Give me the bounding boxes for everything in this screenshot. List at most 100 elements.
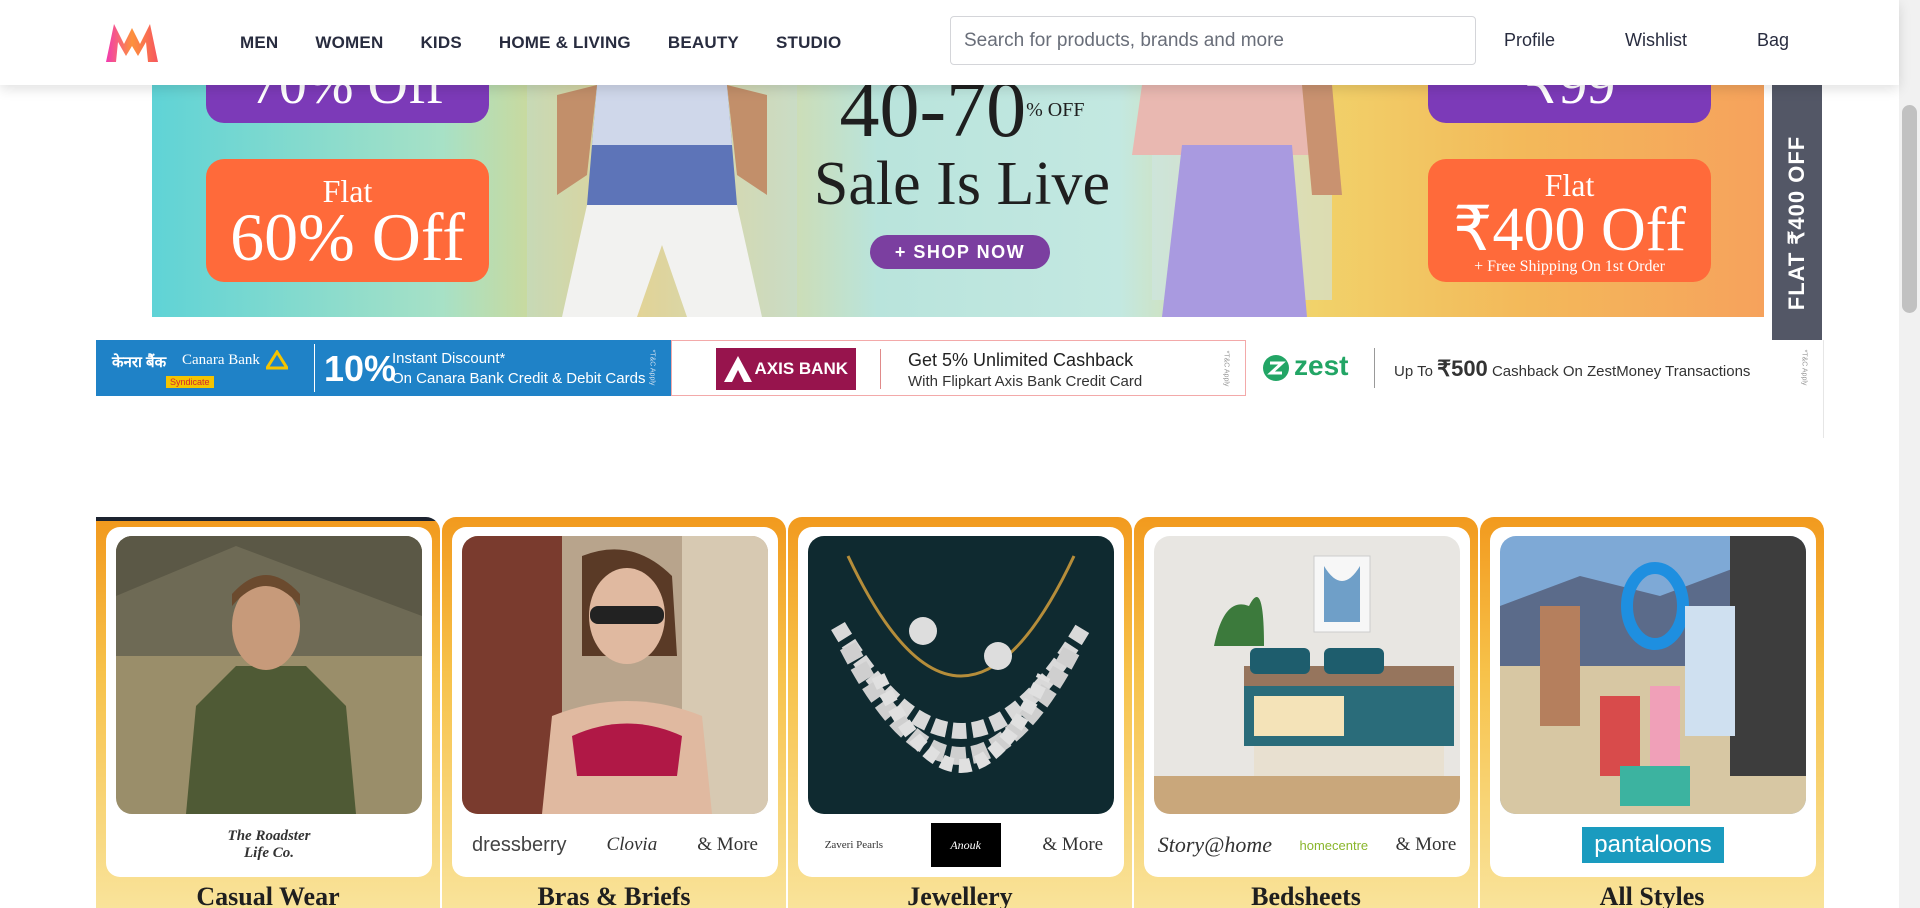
bag-link[interactable]: Bag bbox=[1757, 30, 1789, 51]
offer-tile-text: ₹99 bbox=[1523, 85, 1616, 116]
category-title: Bedsheets bbox=[1251, 882, 1361, 908]
zest-prefix: Up To bbox=[1394, 363, 1433, 380]
brand-logo-story-home: Story@home bbox=[1157, 832, 1273, 857]
canara-bank-hindi: केनरा बैंक bbox=[112, 354, 167, 371]
all-styles-photo bbox=[1500, 536, 1806, 814]
brand-logo-zaveri-pearls: Zaveri Pearls bbox=[824, 839, 884, 851]
more-brands-label: & More bbox=[697, 834, 758, 855]
category-card-bras-briefs[interactable]: dressberry Clovia & More Bras & Briefs bbox=[442, 517, 786, 908]
main-nav: MEN WOMEN KIDS HOME & LIVING BEAUTY STUD… bbox=[240, 0, 878, 85]
sale-banner[interactable]: 70% Off Flat 60% Off 40-70% OFF Sale Is … bbox=[152, 85, 1764, 317]
axis-bank-logo: AXIS BANK bbox=[716, 348, 856, 390]
category-card-casual-wear[interactable]: The Roadster Life Co. Casual Wear bbox=[96, 517, 440, 908]
side-tab-label: FLAT ₹400 OFF bbox=[1784, 135, 1809, 310]
category-card-jewellery[interactable]: Zaveri Pearls Anouk & More Jewellery bbox=[788, 517, 1132, 908]
offer-tile-top-right: ₹99 bbox=[1428, 85, 1711, 123]
search-input[interactable] bbox=[951, 17, 1475, 64]
divider bbox=[880, 349, 881, 389]
bank-offers-strip: केनरा बैंक Canara Bank Syndicate 10% Ins… bbox=[96, 340, 1824, 438]
category-brands: dressberry Clovia & More bbox=[452, 819, 778, 871]
more-brands-label: & More bbox=[1042, 834, 1104, 855]
offer-tile-flat-60: Flat 60% Off bbox=[206, 159, 489, 282]
zest-logo-icon bbox=[1263, 355, 1289, 381]
zest-tnc: *T&C Apply bbox=[1800, 349, 1808, 386]
offer-flat-value: 60% Off bbox=[230, 199, 465, 275]
brand-logo-homecentre: homecentre bbox=[1299, 837, 1369, 853]
canara-triangle-icon bbox=[266, 350, 288, 370]
page-scrollbar[interactable] bbox=[1899, 0, 1920, 908]
axis-bank-name: AXIS BANK bbox=[754, 359, 848, 378]
category-card-inner: Story@home homecentre & More bbox=[1144, 527, 1470, 877]
shop-now-button[interactable]: + SHOP NOW bbox=[870, 235, 1050, 269]
brand-logo-roadster: The Roadster Life Co. bbox=[227, 828, 311, 861]
search-box bbox=[950, 16, 1476, 65]
canara-bank-name: Canara Bank bbox=[182, 352, 260, 368]
casual-wear-photo bbox=[116, 536, 422, 814]
nav-home-living[interactable]: HOME & LIVING bbox=[499, 33, 631, 53]
more-brands-label: & More bbox=[1395, 834, 1457, 855]
brand-logo-dressberry: dressberry bbox=[472, 833, 567, 856]
canara-bank-offer[interactable]: केनरा बैंक Canara Bank Syndicate 10% Ins… bbox=[96, 340, 671, 396]
axis-line1: Get 5% Unlimited Cashback bbox=[908, 350, 1134, 370]
axis-tnc: *T&C Apply bbox=[1222, 350, 1230, 387]
syndicate-tag: Syndicate bbox=[166, 376, 214, 388]
nav-women[interactable]: WOMEN bbox=[315, 33, 383, 53]
flat-400-side-tab[interactable]: FLAT ₹400 OFF bbox=[1772, 85, 1822, 360]
category-card-inner: dressberry Clovia & More bbox=[452, 527, 778, 877]
nav-studio[interactable]: STUDIO bbox=[776, 33, 841, 53]
bras-briefs-photo bbox=[462, 536, 768, 814]
axis-bank-offer[interactable]: AXIS BANK Get 5% Unlimited Cashback With… bbox=[671, 340, 1246, 396]
nav-kids[interactable]: KIDS bbox=[420, 33, 461, 53]
sale-percent: 40-70 bbox=[839, 85, 1027, 154]
category-card-inner: Zaveri Pearls Anouk & More bbox=[798, 527, 1124, 877]
myntra-logo-icon[interactable] bbox=[102, 20, 162, 64]
model-right-image bbox=[1132, 85, 1342, 317]
category-title: All Styles bbox=[1599, 882, 1705, 908]
divider bbox=[1823, 340, 1824, 438]
zest-brand: zest bbox=[1294, 350, 1349, 381]
zest-offer[interactable]: zest Up To ₹500 Cashback On ZestMoney Tr… bbox=[1246, 340, 1822, 396]
brand-logo-clovia: Clovia bbox=[606, 834, 658, 855]
brand-logo-anouk: Anouk bbox=[930, 823, 1001, 867]
bedsheets-photo bbox=[1154, 536, 1460, 814]
zest-suffix: Cashback On ZestMoney Transactions bbox=[1491, 363, 1751, 380]
canara-line2: On Canara Bank Credit & Debit Cards bbox=[392, 370, 646, 387]
offer-tile-text: 70% Off bbox=[250, 85, 445, 116]
sale-live-text: Sale Is Live bbox=[813, 150, 1111, 218]
divider bbox=[314, 344, 315, 392]
profile-link[interactable]: Profile bbox=[1504, 30, 1555, 51]
offer-flat-value: ₹400 Off bbox=[1453, 196, 1686, 264]
category-card-bedsheets[interactable]: Story@home homecentre & More Bedsheets bbox=[1134, 517, 1478, 908]
category-title: Jewellery bbox=[907, 882, 1013, 908]
category-brands: The Roadster Life Co. bbox=[106, 819, 432, 871]
jewellery-photo bbox=[808, 536, 1114, 814]
axis-logo-icon bbox=[724, 356, 752, 382]
sale-headline: 40-70% OFF Sale Is Live bbox=[802, 85, 1122, 217]
zest-offer-text: Up To ₹500 Cashback On ZestMoney Transac… bbox=[1394, 356, 1750, 382]
category-row: The Roadster Life Co. Casual Wear dressb… bbox=[96, 517, 1828, 908]
nav-men[interactable]: MEN bbox=[240, 33, 278, 53]
canara-discount-pct: 10% bbox=[324, 348, 397, 389]
scrollbar-thumb[interactable] bbox=[1902, 105, 1917, 313]
canara-line1: Instant Discount* bbox=[392, 350, 506, 367]
category-brands: Zaveri Pearls Anouk & More bbox=[798, 819, 1124, 871]
category-card-inner: pantaloons bbox=[1490, 527, 1816, 877]
site-header: MEN WOMEN KIDS HOME & LIVING BEAUTY STUD… bbox=[0, 0, 1899, 85]
offer-tile-flat-400: Flat ₹400 Off + Free Shipping On 1st Ord… bbox=[1428, 159, 1711, 282]
zest-amount: ₹500 bbox=[1437, 356, 1488, 381]
divider bbox=[1374, 348, 1375, 388]
axis-line2: With Flipkart Axis Bank Credit Card bbox=[908, 373, 1143, 390]
category-card-all-styles[interactable]: pantaloons All Styles bbox=[1480, 517, 1824, 908]
offer-tile-top-left: 70% Off bbox=[206, 85, 489, 123]
nav-beauty[interactable]: BEAUTY bbox=[668, 33, 739, 53]
category-title: Casual Wear bbox=[196, 882, 340, 908]
sale-off-label: % OFF bbox=[1026, 99, 1085, 121]
model-left-image bbox=[527, 85, 797, 317]
category-card-inner: The Roadster Life Co. bbox=[106, 527, 432, 877]
brand-logo-pantaloons: pantaloons bbox=[1582, 827, 1724, 863]
wishlist-link[interactable]: Wishlist bbox=[1625, 30, 1687, 51]
category-brands: Story@home homecentre & More bbox=[1144, 819, 1470, 871]
category-brands: pantaloons bbox=[1490, 819, 1816, 871]
category-title: Bras & Briefs bbox=[537, 882, 691, 908]
canara-tnc: *T&C Apply bbox=[648, 349, 656, 386]
